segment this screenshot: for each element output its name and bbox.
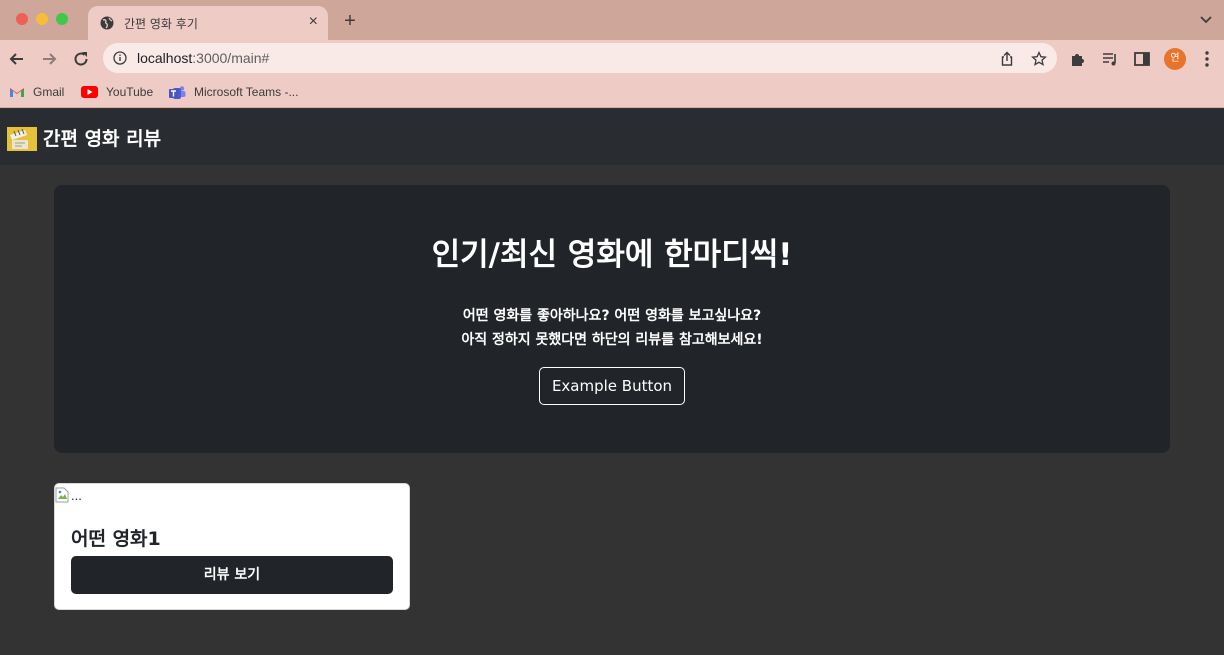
close-window-button[interactable]: [16, 13, 28, 25]
maximize-window-button[interactable]: [56, 13, 68, 25]
forward-arrow-icon[interactable]: [39, 49, 59, 69]
bookmark-star-icon[interactable]: [1031, 51, 1047, 67]
clapperboard-icon[interactable]: [7, 127, 37, 151]
share-icon[interactable]: [999, 51, 1015, 67]
bookmark-youtube[interactable]: YouTube: [81, 82, 153, 102]
reload-icon[interactable]: [71, 49, 91, 69]
bookmark-label: YouTube: [106, 85, 154, 99]
url-text: localhost:3000/main#: [137, 50, 269, 66]
globe-icon: [100, 16, 114, 30]
bookmark-label: Gmail: [33, 85, 65, 99]
address-bar[interactable]: localhost:3000/main#: [103, 43, 1057, 73]
hero-description-line1: 어떤 영화를 좋아하나요? 어떤 영화를 보고싶나요?: [462, 308, 762, 324]
site-navbar: 간편 영화 리뷰: [0, 109, 1224, 165]
side-panel-icon[interactable]: [1133, 50, 1151, 68]
broken-image-icon: [55, 487, 69, 503]
site-info-icon[interactable]: [113, 51, 127, 65]
hero-title: 인기/최신 영화에 한마디씩!: [431, 237, 793, 273]
example-button[interactable]: Example Button: [539, 367, 685, 405]
movie-poster-broken-image: ...: [55, 484, 82, 506]
teams-icon: [169, 85, 186, 99]
bookmarks-bar: Gmail YouTube Microsoft Teams -...: [0, 78, 1224, 108]
back-arrow-icon[interactable]: [7, 49, 27, 69]
browser-toolbar: localhost:3000/main# 연: [0, 40, 1224, 78]
gmail-icon: [10, 88, 24, 97]
profile-avatar[interactable]: 연: [1164, 48, 1186, 70]
browser-tab-strip: 간편 영화 후기 × +: [0, 0, 1224, 40]
hero-jumbotron: 인기/최신 영화에 한마디씩! 어떤 영화를 좋아하나요? 어떤 영화를 보고싶…: [54, 185, 1170, 453]
view-review-button[interactable]: 리뷰 보기: [71, 556, 393, 594]
tab-close-icon[interactable]: ×: [309, 13, 318, 31]
tab-title: 간편 영화 후기: [124, 17, 198, 31]
hero-description-line2: 아직 정하지 못했다면 하단의 리뷰를 참고해보세요!: [461, 332, 763, 348]
url-host: localhost: [137, 50, 193, 66]
minimize-window-button[interactable]: [36, 13, 48, 25]
new-tab-button[interactable]: +: [340, 10, 360, 32]
brand-title[interactable]: 간편 영화 리뷰: [43, 124, 161, 151]
movie-title: 어떤 영화1: [71, 528, 161, 550]
media-playlist-icon[interactable]: [1101, 50, 1119, 68]
url-path: :3000/main#: [192, 50, 270, 66]
browser-tab-active[interactable]: 간편 영화 후기 ×: [88, 6, 328, 40]
youtube-icon: [81, 86, 98, 98]
bookmark-gmail[interactable]: Gmail: [9, 82, 64, 102]
movie-card: ... 어떤 영화1 리뷰 보기: [54, 483, 410, 610]
bookmark-teams[interactable]: Microsoft Teams -...: [169, 82, 298, 102]
extensions-puzzle-icon[interactable]: [1069, 50, 1087, 68]
bookmark-label: Microsoft Teams -...: [194, 85, 299, 99]
more-options-icon[interactable]: [1200, 50, 1214, 68]
image-alt-text: ...: [71, 487, 82, 503]
chevron-down-icon[interactable]: [1200, 14, 1212, 26]
